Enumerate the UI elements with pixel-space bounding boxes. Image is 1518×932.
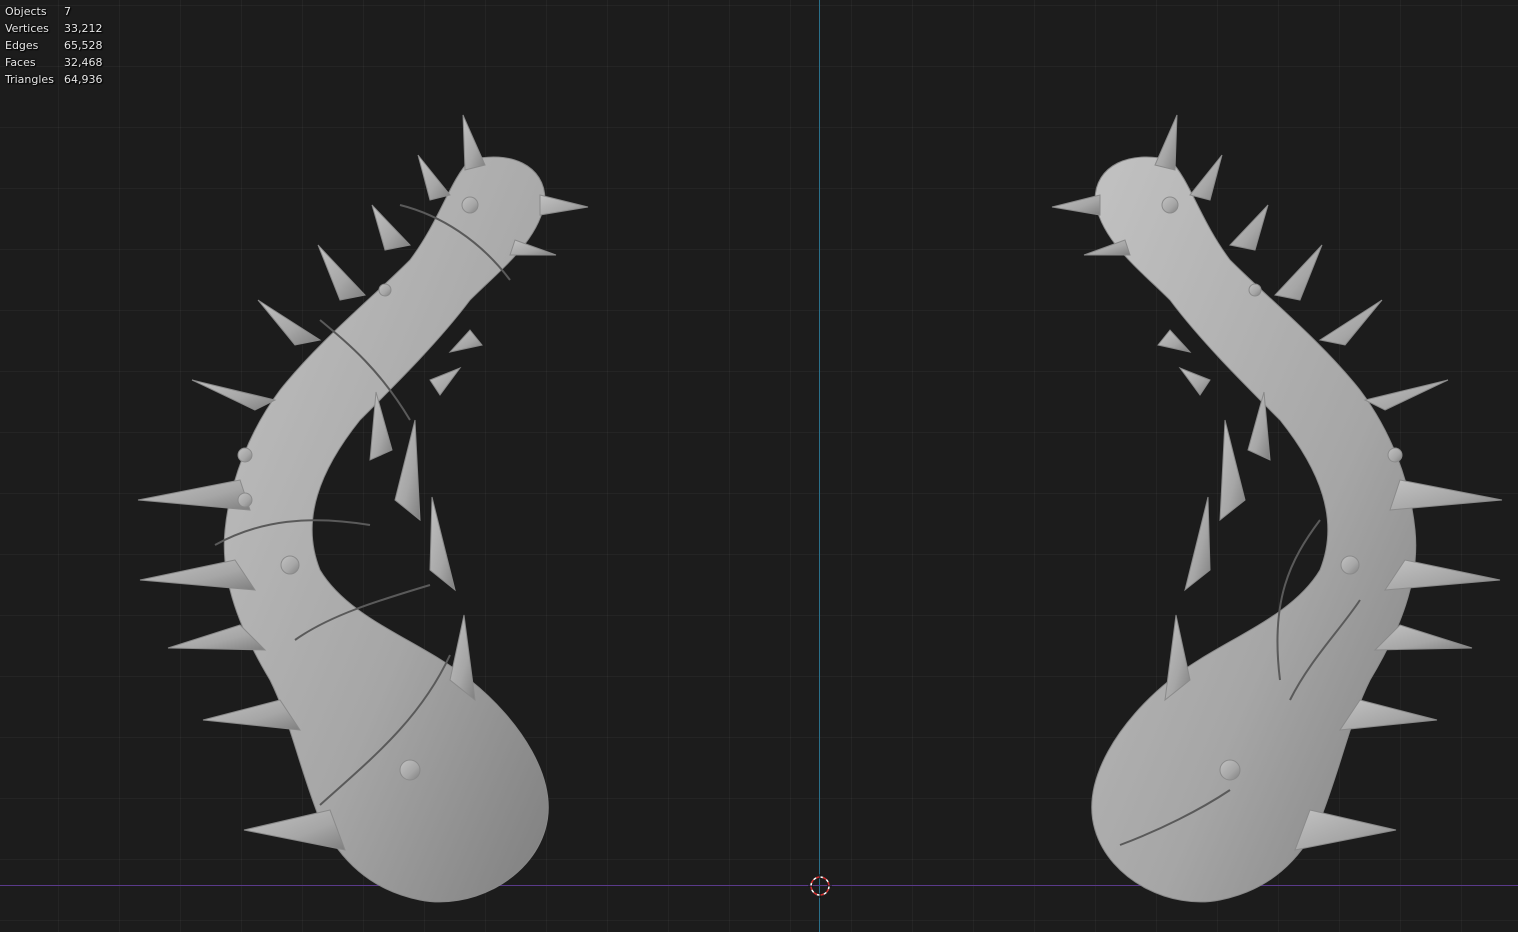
stat-row-triangles: Triangles 64,936 — [5, 71, 103, 88]
stat-row-vertices: Vertices 33,212 — [5, 20, 103, 37]
stat-label: Vertices — [5, 22, 49, 35]
3d-viewport[interactable]: Objects 7 Vertices 33,212 Edges 65,528 F… — [0, 0, 1518, 932]
stat-label: Edges — [5, 39, 39, 52]
stat-row-objects: Objects 7 — [5, 3, 103, 20]
stat-row-edges: Edges 65,528 — [5, 37, 103, 54]
right-horn-mesh[interactable] — [0, 0, 1518, 932]
statistics-overlay: Objects 7 Vertices 33,212 Edges 65,528 F… — [5, 3, 103, 88]
stat-value: 7 — [64, 5, 71, 18]
stat-row-faces: Faces 32,468 — [5, 54, 103, 71]
stat-value: 32,468 — [64, 56, 103, 69]
stat-label: Objects — [5, 5, 47, 18]
stat-value: 65,528 — [64, 39, 103, 52]
stat-value: 64,936 — [64, 73, 103, 86]
stat-value: 33,212 — [64, 22, 103, 35]
stat-label: Triangles — [5, 73, 54, 86]
stat-label: Faces — [5, 56, 36, 69]
3d-cursor-icon[interactable] — [808, 874, 832, 898]
